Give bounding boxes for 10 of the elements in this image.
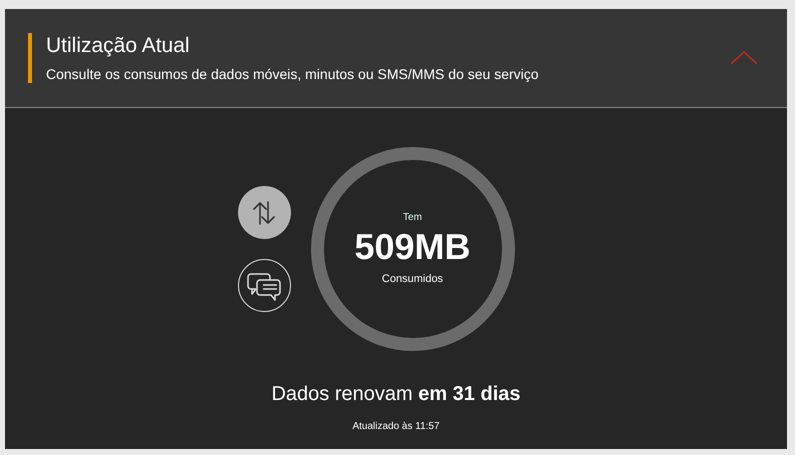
- messages-tab[interactable]: [238, 259, 290, 312]
- chat-bubbles-icon: [247, 270, 281, 300]
- renewal-text: Dados renovam em 31 dias: [271, 382, 521, 407]
- panel-title: Utilização Atual: [46, 33, 191, 59]
- updated-time: Atualizado às 11:57: [352, 420, 440, 434]
- panel-subtitle: Consulte os consumos de dados móveis, minutos ou SMS/MMS do seu serviço: [46, 65, 539, 83]
- gauge-value: 509MB: [354, 226, 471, 268]
- gauge-bottom-label: Consumidos: [382, 272, 444, 286]
- gauge-top-label: Tem: [403, 212, 422, 224]
- chevron-icon: [730, 51, 758, 65]
